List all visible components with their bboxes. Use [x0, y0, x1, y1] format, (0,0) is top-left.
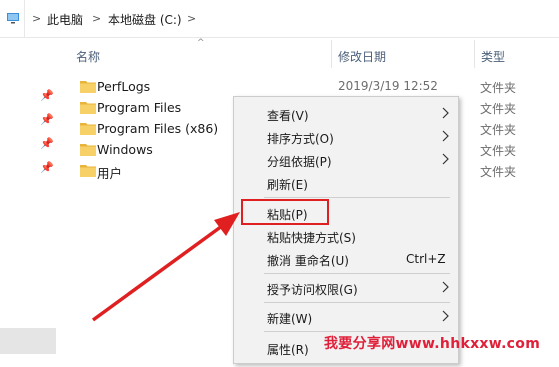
pin-icon: 📌 [40, 89, 54, 102]
menu-item-label: 新建(W) [267, 312, 313, 326]
context-menu[interactable]: 查看(V) 排序方式(O) 分组依据(P) 刷新(E) 粘贴(P) 粘贴快捷方式… [233, 96, 459, 364]
menu-separator [264, 331, 450, 332]
file-type: 文件夹 [480, 102, 517, 116]
pin-icon: 📌 [40, 161, 54, 174]
file-type: 文件夹 [480, 144, 517, 158]
menu-item-paste-shortcut[interactable]: 粘贴快捷方式(S) [234, 225, 458, 248]
chevron-right-icon [442, 281, 449, 293]
breadcrumb-this-pc[interactable]: 此电脑 [47, 11, 83, 28]
menu-item-undo[interactable]: 撤消 重命名(U) Ctrl+Z [234, 248, 458, 271]
folder-icon [80, 144, 96, 156]
menu-item-label: 属性(R) [267, 343, 309, 357]
file-type: 文件夹 [480, 123, 517, 137]
list-item[interactable]: PerfLogs 2019/3/19 12:52 文件夹 [72, 76, 559, 97]
folder-icon [80, 102, 96, 114]
menu-item-shortcut: Ctrl+Z [406, 252, 446, 266]
menu-separator [264, 302, 450, 303]
menu-item-group[interactable]: 分组依据(P) [234, 149, 458, 172]
nav-selected-item[interactable] [0, 328, 56, 354]
menu-item-label: 刷新(E) [267, 178, 308, 192]
file-name: 用户 [97, 166, 123, 181]
column-divider[interactable] [331, 40, 332, 68]
menu-separator [264, 273, 450, 274]
menu-item-sort[interactable]: 排序方式(O) [234, 126, 458, 149]
menu-item-label: 授予访问权限(G) [267, 283, 358, 297]
chevron-right-icon [442, 153, 449, 165]
pin-icon: 📌 [40, 113, 54, 126]
chevron-right-icon [442, 107, 449, 119]
file-name: Program Files [97, 100, 182, 115]
breadcrumb-separator[interactable]: > [187, 12, 196, 25]
menu-item-view[interactable]: 查看(V) [234, 103, 458, 126]
column-header-type[interactable]: 类型 [481, 48, 505, 65]
navigation-pane[interactable]: 📌 📌 📌 📌 [0, 38, 60, 367]
column-divider[interactable] [474, 40, 475, 68]
menu-item-new[interactable]: 新建(W) [234, 306, 458, 329]
file-type: 文件夹 [480, 81, 517, 95]
watermark-text: 我要分享网www.hhkxxw.com [324, 336, 541, 352]
menu-item-label: 分组依据(P) [267, 155, 332, 169]
menu-item-grant-access[interactable]: 授予访问权限(G) [234, 277, 458, 300]
breadcrumb-separator[interactable]: > [92, 12, 101, 25]
breadcrumb-local-disk[interactable]: 本地磁盘 (C:) [108, 11, 182, 28]
file-name: Program Files (x86) [97, 121, 219, 136]
folder-icon [80, 165, 96, 177]
folder-icon [80, 123, 96, 135]
computer-icon [7, 13, 19, 24]
column-header-name[interactable]: 名称 [76, 48, 100, 65]
menu-item-label: 排序方式(O) [267, 132, 334, 146]
sort-up-icon: ^ [197, 38, 205, 48]
menu-item-label: 粘贴快捷方式(S) [267, 231, 356, 245]
file-type: 文件夹 [480, 165, 517, 179]
file-name: PerfLogs [97, 79, 151, 94]
menu-item-refresh[interactable]: 刷新(E) [234, 172, 458, 195]
column-header-date[interactable]: 修改日期 [338, 48, 386, 65]
menu-separator [264, 197, 450, 198]
folder-icon [80, 81, 96, 93]
menu-item-label: 查看(V) [267, 109, 309, 123]
breadcrumb-separator[interactable]: > [32, 12, 41, 25]
divider [24, 0, 25, 38]
file-name: Windows [97, 142, 153, 157]
chevron-right-icon [442, 310, 449, 322]
menu-item-label: 撤消 重命名(U) [267, 254, 349, 268]
file-date: 2019/3/19 12:52 [338, 79, 438, 93]
chevron-right-icon [442, 130, 449, 142]
pin-icon: 📌 [40, 137, 54, 150]
paste-highlight-box [241, 199, 329, 225]
address-bar[interactable]: > 此电脑 > 本地磁盘 (C:) > [0, 0, 559, 38]
